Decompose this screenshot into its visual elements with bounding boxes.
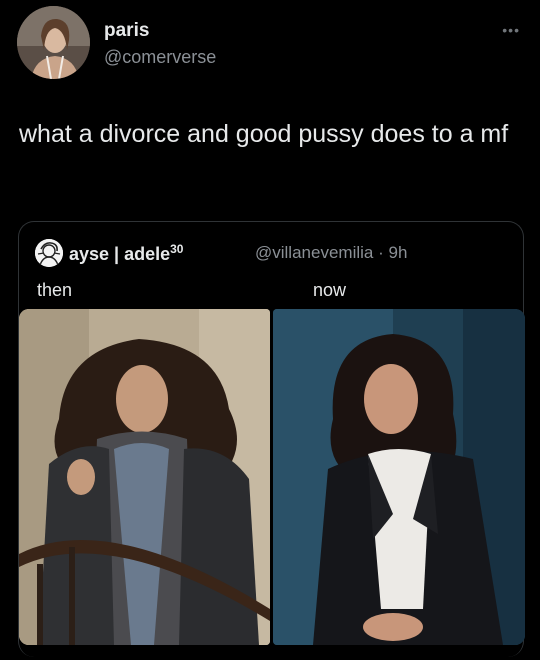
quoted-author-name[interactable]: ayse | adele30: [69, 242, 183, 265]
author-handle[interactable]: @comerverse: [104, 47, 216, 68]
quoted-author-name-superscript: 30: [170, 242, 184, 256]
quoted-author-handle[interactable]: @villanevemilia: [255, 243, 373, 262]
photo-now-image-icon: [273, 309, 525, 645]
avatar-photo-icon: [17, 6, 90, 79]
quoted-timestamp[interactable]: 9h: [389, 243, 408, 262]
author-display-name[interactable]: paris: [104, 20, 149, 42]
author-avatar[interactable]: [17, 6, 90, 79]
quoted-tweet[interactable]: ayse | adele30 @villanevemilia · 9h then…: [18, 221, 525, 657]
photo-now[interactable]: [273, 309, 525, 645]
quoted-author-display-name: ayse | adele: [69, 244, 171, 264]
photo-then-image-icon: [19, 309, 270, 645]
tweet-text: what a divorce and good pussy does to a …: [19, 120, 509, 148]
tweet: paris @comerverse ••• what a divorce and…: [0, 0, 540, 660]
avatar-sketch-icon: [35, 239, 63, 267]
label-then: then: [37, 280, 73, 300]
more-options-icon[interactable]: •••: [502, 22, 520, 38]
quoted-meta: @villanevemilia · 9h: [255, 243, 407, 263]
photo-then[interactable]: [19, 309, 270, 645]
label-now: now: [313, 280, 347, 300]
quoted-author-avatar[interactable]: [35, 239, 63, 267]
meta-separator: ·: [378, 243, 384, 262]
